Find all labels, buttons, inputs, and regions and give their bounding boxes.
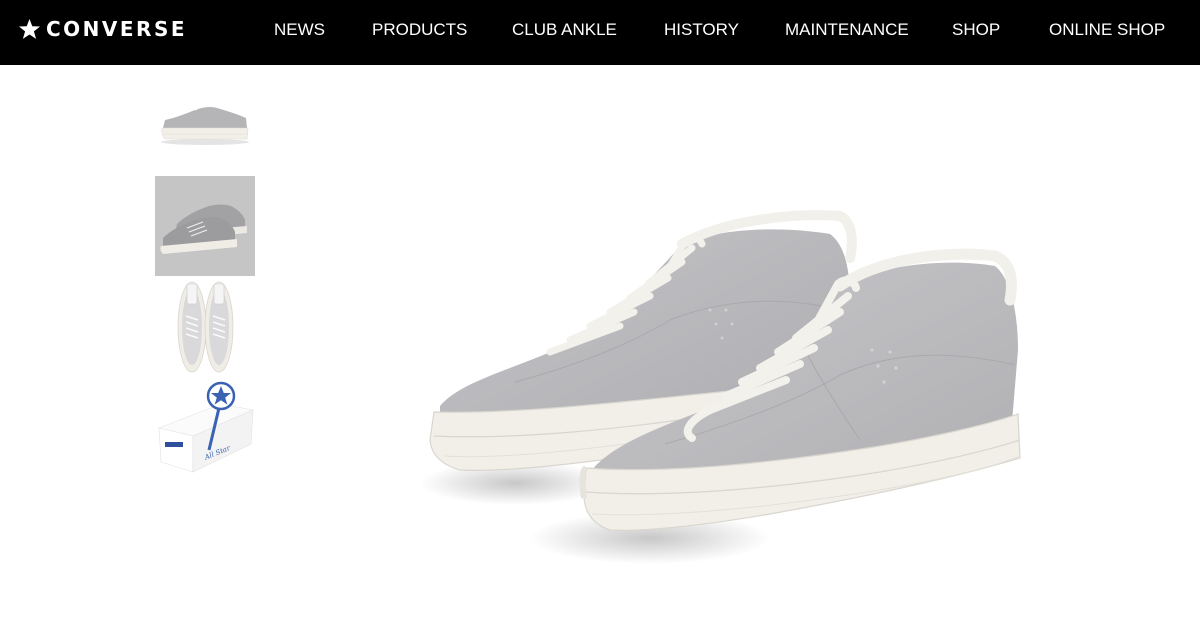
- nav-link-online-shop[interactable]: ONLINE SHOP: [1049, 20, 1165, 40]
- thumbnail-pair-view[interactable]: [155, 176, 255, 276]
- converse-logo[interactable]: CONVERSE: [18, 16, 187, 42]
- thumbnail-side-view[interactable]: [155, 76, 255, 176]
- brand-wordmark: CONVERSE: [46, 17, 188, 41]
- product-main-image: [420, 200, 1030, 570]
- nav-link-club-ankle[interactable]: CLUB ANKLE: [512, 20, 617, 40]
- sneaker-side-icon: [161, 105, 249, 145]
- sneaker-pair-main-image: [420, 210, 1021, 564]
- star-icon: [18, 18, 41, 39]
- nav-link-maintenance[interactable]: MAINTENANCE: [785, 20, 909, 40]
- shoe-box-icon: All Star: [157, 381, 255, 473]
- nav-link-history[interactable]: HISTORY: [664, 20, 739, 40]
- thumbnail-top-view[interactable]: [155, 276, 255, 376]
- thumbnail-box-view[interactable]: All Star: [155, 376, 255, 476]
- sneaker-top-view-icon: [177, 281, 234, 373]
- site-header: CONVERSE NEWS PRODUCTS CLUB ANKLE HISTOR…: [0, 0, 1200, 65]
- nav-link-shop[interactable]: SHOP: [952, 20, 1000, 40]
- nav-link-news[interactable]: NEWS: [274, 20, 325, 40]
- nav-link-products[interactable]: PRODUCTS: [372, 20, 467, 40]
- sneaker-pair-icon: [155, 176, 255, 276]
